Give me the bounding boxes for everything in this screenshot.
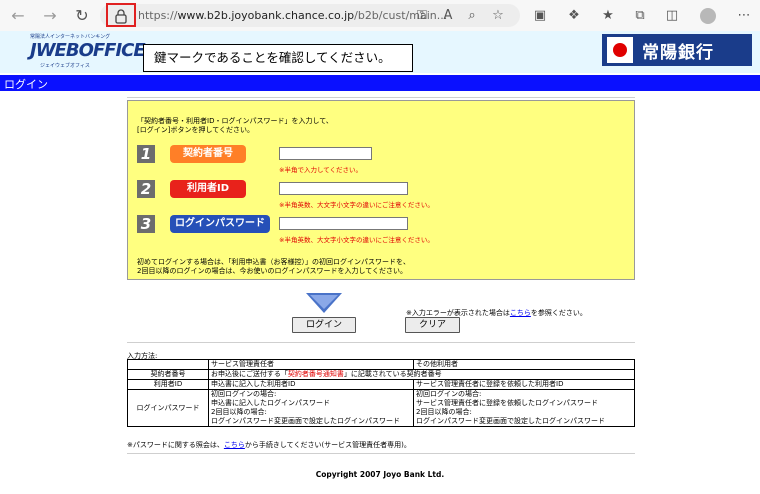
clear-button[interactable]: クリア <box>405 317 460 333</box>
logo-tagline: 常陽法人インターネットバンキング <box>30 34 111 40</box>
method-line: 初回ログインの場合: <box>416 390 482 398</box>
user-id-admin: 申込書に記入した利用者ID <box>208 379 414 390</box>
pw-note-suffix: から手続きしてください(サービス管理責任者専用)。 <box>244 441 411 449</box>
down-arrow-icon <box>306 293 342 313</box>
url-prefix: https:// <box>138 9 178 22</box>
login-password-input[interactable] <box>279 217 408 230</box>
step-number-2: 2 <box>137 180 155 198</box>
table-row: ログインパスワード 初回ログインの場合: 申込書に記入したログインパスワード 2… <box>127 389 635 427</box>
method-line: 2回目以降の場合: <box>211 408 267 416</box>
more-icon[interactable]: ⋯ <box>734 6 754 26</box>
table-row: サービス管理責任者 その他利用者 <box>127 359 635 370</box>
divider <box>127 453 635 454</box>
title-bar <box>0 75 760 91</box>
read-aloud-icon[interactable]: A <box>438 6 458 26</box>
first-time-note-2: 2回目以降のログインの場合は、今お使いのログインパスワードを入力してください。 <box>137 267 408 275</box>
logo-reading: ジェイウェブオフィス <box>40 63 90 69</box>
other-header: その他利用者 <box>413 359 635 370</box>
login-password-label: ログインパスワード <box>170 215 270 233</box>
callout-note: 鍵マークであることを確認してください。 <box>143 44 413 72</box>
key-icon[interactable]: ⚿ <box>412 6 432 26</box>
notice-name: 契約者番号通知書 <box>287 370 344 378</box>
url-path: /b2b/cust/main... <box>354 9 448 22</box>
bank-sun-icon <box>613 43 627 57</box>
method-line: サービス管理責任者に登録を依頼したログインパスワード <box>416 399 598 407</box>
forward-arrow-icon[interactable]: → <box>40 6 60 26</box>
user-id-other: サービス管理責任者に登録を依頼した利用者ID <box>413 379 635 390</box>
admin-header: サービス管理責任者 <box>208 359 414 370</box>
error-help-prefix: ※入力エラーが表示された場合は <box>406 309 510 317</box>
copyright: Copyright 2007 Joyo Bank Ltd. <box>315 470 445 479</box>
puzzle-icon[interactable]: ❖ <box>564 6 584 26</box>
lock-highlight-frame <box>106 3 136 27</box>
jweboffice-logo: JWEBOFFICE <box>30 40 146 61</box>
instruction-line-2: [ログイン]ボタンを押してください。 <box>137 126 255 134</box>
password-inquiry-note: ※パスワードに関する照会は、こちらから手続きしてください(サービス管理責任者専用… <box>127 440 411 450</box>
method-text: お申込後にご送付する「 <box>211 370 288 378</box>
zoom-icon[interactable]: ⌕ <box>462 6 482 26</box>
password-admin: 初回ログインの場合: 申込書に記入したログインパスワード 2回目以降の場合: ロ… <box>208 389 414 427</box>
user-id-input[interactable] <box>279 182 408 195</box>
login-password-note: ※半角英数、大文字小文字の違いにご注意ください。 <box>279 236 434 244</box>
contract-number-method: お申込後にご送付する「契約者番号通知書」に記載されている契約者番号 <box>208 369 635 380</box>
table-row: 契約者番号 お申込後にご送付する「契約者番号通知書」に記載されている契約者番号 <box>127 369 635 380</box>
pw-note-prefix: ※パスワードに関する照会は、 <box>127 441 224 449</box>
password-inquiry-link[interactable]: こちら <box>224 441 245 449</box>
method-text: 」に記載されている契約者番号 <box>343 370 442 378</box>
browser-tab-icon[interactable]: ◫ <box>662 6 682 26</box>
collections-icon[interactable]: ⧉ <box>630 6 650 26</box>
favorite-star-icon[interactable]: ☆ <box>488 6 508 26</box>
url-text[interactable]: https://www.b2b.joyobank.chance.co.jp/b2… <box>138 9 447 22</box>
error-help-link[interactable]: こちら <box>510 309 531 317</box>
url-host: www.b2b.joyobank.chance.co.jp <box>177 9 355 22</box>
bank-name: 常陽銀行 <box>642 43 714 63</box>
user-id-note: ※半角英数、大文字小文字の違いにご注意ください。 <box>279 201 434 209</box>
error-help-suffix: を参照ください。 <box>530 309 587 317</box>
contract-number-label: 契約者番号 <box>170 145 246 163</box>
password-other: 初回ログインの場合: サービス管理責任者に登録を依頼したログインパスワード 2回… <box>413 389 635 427</box>
step-number-3: 3 <box>137 215 155 233</box>
divider <box>127 97 635 98</box>
row-label-user-id: 利用者ID <box>127 379 209 390</box>
method-line: ログインパスワード変更画面で設定したログインパスワード <box>211 417 400 425</box>
table-cell <box>127 359 209 370</box>
user-id-label: 利用者ID <box>170 180 246 198</box>
page-title: ログイン <box>4 78 48 91</box>
extension-icon[interactable]: ▣ <box>530 6 550 26</box>
divider <box>127 342 635 343</box>
contract-number-input[interactable] <box>279 147 372 160</box>
favorites-icon[interactable]: ★ <box>598 6 618 26</box>
contract-number-note: ※半角で入力してください。 <box>279 166 363 174</box>
input-method-table: サービス管理責任者 その他利用者 契約者番号 お申込後にご送付する「契約者番号通… <box>127 359 635 427</box>
step-number-1: 1 <box>137 145 155 163</box>
profile-icon[interactable] <box>700 8 716 24</box>
table-row: 利用者ID 申込書に記入した利用者ID サービス管理責任者に登録を依頼した利用者… <box>127 379 635 390</box>
method-line: 2回目以降の場合: <box>416 408 472 416</box>
row-label-contract: 契約者番号 <box>127 369 209 380</box>
login-button[interactable]: ログイン <box>292 317 356 333</box>
method-line: 申込書に記入したログインパスワード <box>211 399 330 407</box>
back-arrow-icon[interactable]: ← <box>8 6 28 26</box>
method-line: ログインパスワード変更画面で設定したログインパスワード <box>416 417 605 425</box>
row-label-password: ログインパスワード <box>127 389 209 427</box>
error-help-note: ※入力エラーが表示された場合はこちらを参照ください。 <box>406 308 587 318</box>
method-line: 初回ログインの場合: <box>211 390 277 398</box>
reload-icon[interactable]: ↻ <box>72 6 92 26</box>
